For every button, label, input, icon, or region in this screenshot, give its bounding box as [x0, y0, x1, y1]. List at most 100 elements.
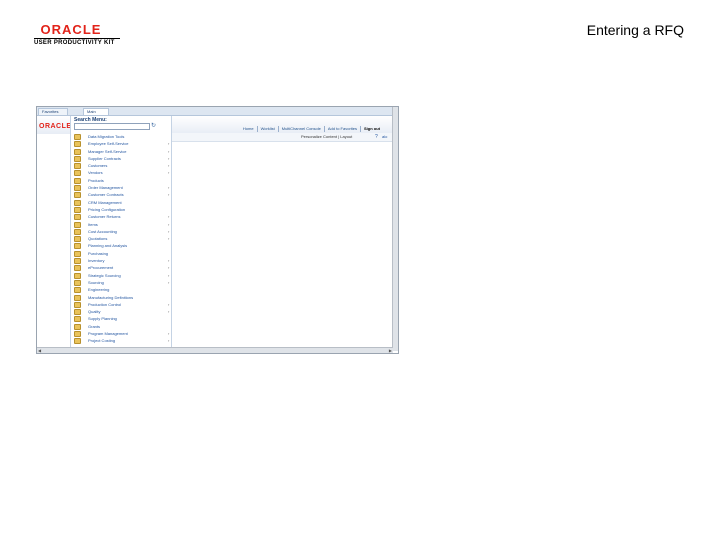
menu-item[interactable]: Pricing Configuration [74, 206, 171, 213]
menu-item-label: Manager Self-Service [88, 148, 127, 154]
menu-item[interactable]: Quality › [74, 308, 171, 316]
submenu-arrow-icon: › [168, 163, 170, 169]
menu-item[interactable]: Order Management › [74, 184, 171, 192]
menu-item[interactable]: Planning and Analysis [74, 242, 171, 250]
menu-item-label: Production Control [88, 301, 122, 307]
menu-item[interactable]: Supplier Contracts › [74, 155, 171, 162]
tab-main-menu[interactable]: Main Menu [83, 108, 109, 120]
menu-item[interactable]: Program Management › [74, 330, 171, 338]
folder-icon [74, 185, 81, 192]
content-toolbar: Personalize Content | Layout ? alo [172, 133, 392, 142]
menu-item[interactable]: Strategic Sourcing › [74, 272, 171, 279]
folder-icon [74, 323, 81, 330]
content-area [172, 142, 392, 345]
menu-item[interactable]: Customers › [74, 162, 171, 170]
nav-home-link[interactable]: Home [240, 126, 257, 132]
menu-item-label: Data Migration Tools [88, 134, 125, 139]
folder-icon [74, 279, 81, 286]
menu-item[interactable]: CRM Management [74, 199, 171, 206]
menu-item[interactable]: Purchasing [74, 250, 171, 257]
menu-item-label: Products [88, 177, 104, 183]
help-icon[interactable]: ? [375, 134, 378, 140]
folder-icon [74, 301, 81, 308]
submenu-arrow-icon: › [168, 338, 170, 344]
personalize-content-link[interactable]: Personalize Content | Layout [301, 134, 352, 140]
nav-add-favorites-link[interactable]: Add to Favorites [323, 126, 360, 132]
scroll-left-icon[interactable]: ◀ [38, 348, 41, 353]
menu-item[interactable]: Manufacturing Definitions [74, 294, 171, 301]
folder-icon [74, 272, 81, 279]
folder-icon [74, 141, 81, 148]
scroll-right-icon[interactable]: ▶ [389, 348, 392, 353]
menu-item[interactable]: Customer Contracts › [74, 191, 171, 199]
tab-favorites[interactable]: Favorites [38, 108, 68, 115]
submenu-arrow-icon: › [168, 258, 170, 264]
nav-sign-out-link[interactable]: Sign out [360, 126, 383, 132]
folder-icon [74, 316, 81, 323]
menu-item[interactable]: Items › [74, 221, 171, 228]
oracle-wordmark: ORACLE [40, 22, 102, 37]
content-link[interactable]: alo [382, 134, 387, 140]
menu-item-label: Inventory [88, 258, 105, 264]
menu-item[interactable]: Inventory › [74, 257, 171, 265]
folder-icon [74, 192, 81, 199]
vertical-scrollbar[interactable] [392, 107, 398, 351]
menu-item[interactable]: Data Migration Tools [74, 133, 171, 140]
menu-item[interactable]: Vendors › [74, 169, 171, 177]
menu-item[interactable]: Cost Accounting › [74, 228, 171, 235]
submenu-arrow-icon: › [168, 272, 170, 278]
submenu-arrow-icon: › [168, 170, 170, 176]
folder-icon [74, 228, 81, 235]
menu-item-label: Program Management [88, 331, 128, 337]
menu-item-label: Quotations [88, 236, 108, 242]
menu-item-label: Project Costing [88, 338, 116, 344]
peoplesoft-screenshot: Favorites Main Menu ORACLE HomeWorklistM… [36, 106, 399, 354]
menu-item[interactable]: Sourcing › [74, 279, 171, 286]
menu-item[interactable]: Supply Planning [74, 315, 171, 323]
product-name: USER PRODUCTIVITY KIT [34, 40, 115, 46]
folder-icon [74, 163, 81, 170]
menu-list: Data Migration Tools Employee Self-Servic… [74, 133, 171, 345]
horizontal-scrollbar[interactable]: ◀ ▶ [37, 347, 393, 353]
menu-item-label: Supply Planning [88, 316, 117, 322]
folder-icon [74, 309, 81, 316]
menu-item-label: Pricing Configuration [88, 206, 126, 212]
submenu-arrow-icon: › [168, 301, 170, 307]
menu-item[interactable]: Manager Self-Service › [74, 148, 171, 155]
submenu-arrow-icon: › [168, 155, 170, 161]
submenu-arrow-icon: › [168, 279, 170, 285]
menu-item[interactable]: Grants [74, 323, 171, 330]
menu-item[interactable]: Quotations › [74, 235, 171, 243]
menu-item-label: Customers [88, 163, 108, 169]
folder-icon [74, 177, 81, 184]
slide-title: Entering a RFQ [586, 22, 684, 38]
menu-item[interactable]: Products [74, 177, 171, 184]
banner-oracle-logo: ORACLE [39, 123, 72, 130]
folder-icon [74, 221, 81, 228]
menu-item-label: Engineering [88, 287, 110, 293]
menu-item[interactable]: Customer Returns › [74, 213, 171, 221]
menu-item-label: Customer Contracts [88, 192, 124, 198]
folder-icon [74, 155, 81, 162]
submenu-arrow-icon: › [168, 141, 170, 147]
oracle-upk-logo: ORACLE USER PRODUCTIVITY KIT [34, 22, 124, 46]
folder-icon [74, 214, 81, 221]
folder-icon [74, 331, 81, 338]
menu-item[interactable]: Production Control › [74, 301, 171, 308]
menu-item[interactable]: Project Costing › [74, 337, 171, 345]
submenu-arrow-icon: › [168, 148, 170, 154]
submenu-arrow-icon: › [168, 236, 170, 242]
menu-item[interactable]: Employee Self-Service › [74, 140, 171, 148]
menu-item[interactable]: eProcurement › [74, 264, 171, 272]
menu-item[interactable]: Engineering [74, 286, 171, 294]
folder-icon [74, 148, 81, 155]
menu-item-label: Order Management [88, 185, 123, 191]
submenu-arrow-icon: › [168, 331, 170, 337]
search-go-icon[interactable]: ↻ [151, 122, 156, 129]
nav-worklist-link[interactable]: Worklist [256, 126, 278, 132]
submenu-arrow-icon: › [168, 309, 170, 315]
folder-icon [74, 243, 81, 250]
folder-icon [74, 134, 81, 140]
menu-search-input[interactable] [74, 123, 150, 130]
nav-multichannel-link[interactable]: MultiChannel Console [277, 126, 324, 132]
